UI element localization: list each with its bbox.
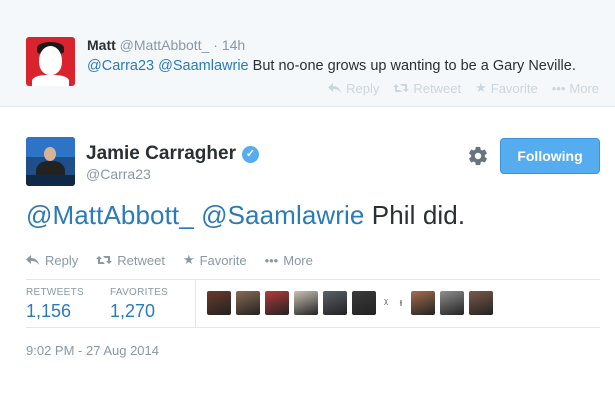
retweet-icon	[96, 256, 113, 264]
retweets-label: RETWEETS	[26, 287, 84, 298]
favoriter-avatar[interactable]	[236, 291, 260, 315]
reply-icon	[328, 83, 342, 93]
mention-link[interactable]: @MattAbbott_	[26, 200, 194, 230]
reply-icon	[26, 255, 39, 265]
mention-link[interactable]: @Saamlawrie	[158, 58, 248, 74]
reply-action-label: Reply	[45, 252, 79, 268]
favoriter-avatar[interactable]	[352, 291, 376, 315]
reply-action[interactable]: Reply	[26, 252, 78, 268]
favorite-action[interactable]: ★ Favorite	[475, 80, 538, 96]
favorites-label: FAVORITES	[110, 287, 169, 298]
retweet-action[interactable]: Retweet	[96, 252, 165, 268]
reply-action[interactable]: Reply	[328, 80, 379, 96]
star-icon: ★	[182, 252, 195, 267]
tweet-actions: Reply Retweet ★ Favorite ••• More	[26, 252, 313, 268]
reply-body: But no-one grows up wanting to be a Gary…	[248, 58, 576, 74]
following-button[interactable]: Following	[500, 138, 600, 174]
reply-author-name[interactable]: Matt	[87, 37, 116, 53]
mention-link[interactable]: @Saamlawrie	[201, 200, 364, 230]
retweet-action-label: Retweet	[413, 80, 462, 96]
retweet-icon	[393, 84, 410, 92]
more-action-label: More	[569, 80, 599, 96]
avatar-face	[39, 46, 62, 75]
favoriter-avatar[interactable]	[294, 291, 318, 315]
more-action-label: More	[283, 252, 313, 268]
reply-action-label: Reply	[346, 80, 380, 96]
reply-timestamp[interactable]: · 14h	[213, 37, 245, 53]
author-name-text: Jamie Carragher	[86, 143, 236, 164]
divider	[26, 327, 600, 328]
favoriter-avatar[interactable]: ᵡ	[381, 291, 391, 315]
favorite-action[interactable]: ★ Favorite	[183, 252, 247, 268]
reply-author-handle[interactable]: @MattAbbott_	[120, 37, 210, 53]
avatar-head	[44, 147, 56, 161]
avatar[interactable]	[26, 137, 75, 186]
favoriter-avatar[interactable]	[469, 291, 493, 315]
more-action[interactable]: ••• More	[552, 80, 599, 96]
retweet-action-label: Retweet	[117, 252, 165, 268]
favoriters-list: ᵡᵻ	[207, 291, 493, 315]
favorite-action-label: Favorite	[199, 252, 247, 268]
divider	[26, 279, 600, 280]
retweets-count[interactable]: 1,156	[26, 301, 71, 322]
reply-text: @Carra23 @Saamlawrie But no-one grows up…	[87, 58, 576, 74]
favoriter-avatar[interactable]	[411, 291, 435, 315]
stat-divider	[195, 280, 196, 327]
favoriter-avatar[interactable]	[323, 291, 347, 315]
mention-link[interactable]: @Carra23	[87, 58, 154, 74]
tweet-timestamp: 9:02 PM - 27 Aug 2014	[26, 343, 159, 358]
avatar-body	[32, 75, 69, 86]
favorite-action-label: Favorite	[490, 80, 538, 96]
retweet-action[interactable]: Retweet	[393, 80, 461, 96]
more-action[interactable]: ••• More	[265, 252, 313, 268]
favoriter-avatar[interactable]	[440, 291, 464, 315]
favoriter-avatar[interactable]	[265, 291, 289, 315]
star-icon: ★	[475, 80, 487, 95]
gear-icon[interactable]	[467, 145, 489, 167]
tweet-text: @MattAbbott_ @Saamlawrie Phil did.	[26, 200, 465, 231]
favoriter-avatar[interactable]	[207, 291, 231, 315]
tweet-body: Phil did.	[371, 200, 466, 230]
reply-tweet[interactable]: Matt @MattAbbott_ · 14h @Carra23 @Saamla…	[0, 0, 615, 107]
reply-actions: Reply Retweet ★ Favorite ••• More	[328, 80, 599, 96]
reply-header: Matt @MattAbbott_ · 14h	[87, 37, 245, 53]
ellipsis-icon: •••	[264, 252, 279, 268]
favorites-count[interactable]: 1,270	[110, 301, 155, 322]
tweet-author-handle[interactable]: @Carra23	[86, 166, 151, 182]
ellipsis-icon: •••	[551, 80, 566, 96]
tweet-author-name[interactable]: Jamie Carragher ✓	[86, 143, 259, 165]
avatar-desk	[26, 175, 75, 186]
avatar[interactable]	[26, 37, 75, 86]
verified-badge-icon: ✓	[241, 145, 259, 163]
favoriter-avatar[interactable]: ᵻ	[396, 291, 406, 315]
